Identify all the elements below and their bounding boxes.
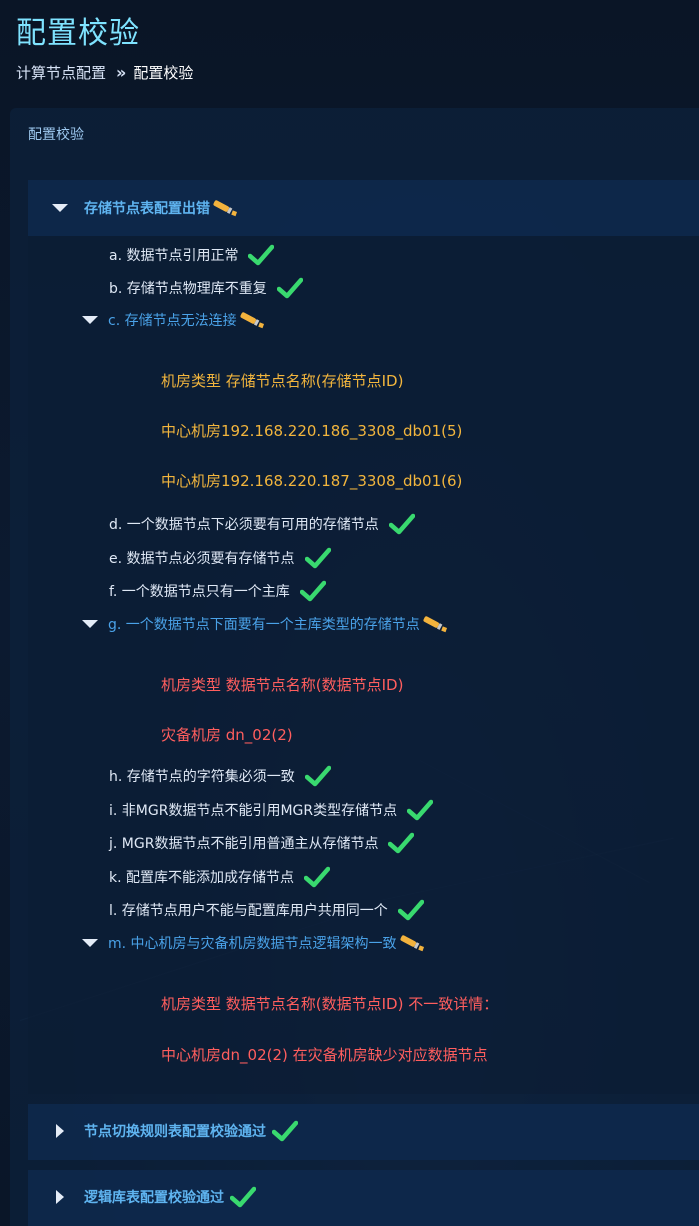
check-icon: [407, 799, 433, 821]
section-label: 存储节点表配置出错: [84, 201, 210, 217]
config-check-panel: 配置校验 存储节点表配置出错 a. 数据节点引用正常 b. 存储节点物理库不重复…: [10, 108, 699, 1226]
caret-right-icon: [56, 1190, 64, 1204]
check-item-h: h. 存储节点的字符集必须一致: [109, 765, 331, 787]
section-toggle-switch-rules[interactable]: 节点切换规则表配置校验通过: [56, 1120, 298, 1142]
check-item-label: k. 配置库不能添加成存储节点: [109, 870, 295, 886]
warning-icon: [239, 310, 265, 330]
check-item-j: j. MGR数据节点不能引用普通主从存储节点: [109, 832, 414, 854]
check-item-d: d. 一个数据节点下必须要有可用的存储节点: [109, 513, 415, 535]
detail-line: 机房类型 数据节点名称(数据节点ID) 不一致详情：: [161, 995, 499, 1013]
check-item-label: f. 一个数据节点只有一个主库: [109, 584, 290, 600]
caret-down-icon: [82, 939, 98, 947]
check-item-a: a. 数据节点引用正常: [109, 244, 274, 266]
caret-down-icon: [52, 204, 68, 212]
check-icon: [305, 547, 331, 569]
section-label: 节点切换规则表配置校验通过: [84, 1124, 266, 1140]
detail-line: 机房类型 存储节点名称(存储节点ID): [161, 372, 404, 390]
check-item-i: i. 非MGR数据节点不能引用MGR类型存储节点: [109, 799, 433, 821]
breadcrumb: 计算节点配置 » 配置校验: [16, 62, 193, 83]
warning-icon: [422, 614, 448, 634]
check-icon: [272, 1120, 298, 1142]
check-icon: [277, 277, 303, 299]
breadcrumb-link-compute-node-config[interactable]: 计算节点配置: [16, 62, 106, 83]
check-item-k: k. 配置库不能添加成存储节点: [109, 866, 330, 888]
detail-line: 灾备机房 dn_02(2): [161, 726, 293, 744]
check-item-label: c. 存储节点无法连接: [108, 313, 237, 329]
check-item-label: h. 存储节点的字符集必须一致: [109, 769, 295, 785]
check-item-label: d. 一个数据节点下必须要有可用的存储节点: [109, 517, 379, 533]
check-item-label: i. 非MGR数据节点不能引用MGR类型存储节点: [109, 803, 398, 819]
section-toggle-storage-node-table[interactable]: 存储节点表配置出错: [52, 198, 238, 218]
check-item-label: l. 存储节点用户不能与配置库用户共用同一个: [109, 903, 388, 919]
check-icon: [389, 513, 415, 535]
check-item-m-toggle[interactable]: m. 中心机房与灾备机房数据节点逻辑架构一致: [82, 933, 425, 953]
check-item-label: g. 一个数据节点下面要有一个主库类型的存储节点: [108, 617, 420, 633]
check-icon: [305, 765, 331, 787]
detail-line: 中心机房dn_02(2) 在灾备机房缺少对应数据节点: [161, 1046, 488, 1064]
check-icon: [304, 866, 330, 888]
check-icon: [388, 832, 414, 854]
check-item-label: m. 中心机房与灾备机房数据节点逻辑架构一致: [108, 936, 397, 952]
check-item-g-toggle[interactable]: g. 一个数据节点下面要有一个主库类型的存储节点: [82, 614, 448, 634]
section-label: 逻辑库表配置校验通过: [84, 1190, 224, 1206]
check-item-c-toggle[interactable]: c. 存储节点无法连接: [82, 310, 265, 330]
check-icon: [248, 244, 274, 266]
check-icon: [300, 580, 326, 602]
caret-down-icon: [82, 316, 98, 324]
detail-line: 中心机房192.168.220.186_3308_db01(5): [161, 422, 463, 440]
caret-right-icon: [56, 1124, 64, 1138]
check-item-label: e. 数据节点必须要有存储节点: [109, 551, 295, 567]
breadcrumb-separator-icon: »: [116, 63, 127, 82]
detail-line: 机房类型 数据节点名称(数据节点ID): [161, 676, 404, 694]
check-item-label: j. MGR数据节点不能引用普通主从存储节点: [109, 836, 379, 852]
check-item-l: l. 存储节点用户不能与配置库用户共用同一个: [109, 899, 424, 921]
check-item-label: a. 数据节点引用正常: [109, 248, 239, 264]
section-toggle-logic-db[interactable]: 逻辑库表配置校验通过: [56, 1186, 256, 1208]
caret-down-icon: [82, 620, 98, 628]
check-item-f: f. 一个数据节点只有一个主库: [109, 580, 326, 602]
check-item-e: e. 数据节点必须要有存储节点: [109, 547, 331, 569]
breadcrumb-current: 配置校验: [133, 64, 194, 82]
warning-icon: [212, 198, 238, 218]
warning-icon: [399, 933, 425, 953]
check-icon: [230, 1186, 256, 1208]
check-item-label: b. 存储节点物理库不重复: [109, 281, 267, 297]
section-body-storage-node-table: [28, 236, 699, 1094]
detail-line: 中心机房192.168.220.187_3308_db01(6): [161, 472, 463, 490]
check-item-b: b. 存储节点物理库不重复: [109, 277, 303, 299]
check-icon: [398, 899, 424, 921]
page-title: 配置校验: [16, 16, 140, 51]
panel-title: 配置校验: [28, 127, 84, 143]
